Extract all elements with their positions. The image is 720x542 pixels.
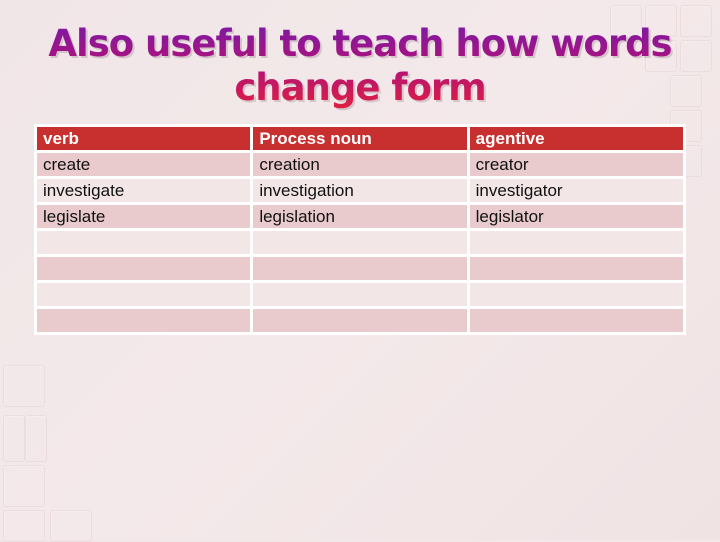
table-row: investigate investigation investigator: [33, 176, 687, 205]
table-cell: [250, 228, 470, 257]
table-row: [33, 254, 687, 283]
table-cell: create: [33, 150, 254, 179]
table-cell: legislation: [250, 202, 470, 231]
word-forms-table: verb Process noun agentive create creati…: [33, 124, 687, 335]
table-cell: creation: [250, 150, 470, 179]
table-cell: [250, 306, 470, 335]
table-cell: [466, 280, 687, 309]
table-cell: [466, 254, 687, 283]
table-cell: [466, 228, 687, 257]
table-header-row: verb Process noun agentive: [33, 124, 687, 153]
table-cell: investigate: [33, 176, 254, 205]
slide-title: Also useful to teach how words change fo…: [0, 22, 720, 110]
table-cell: [250, 254, 470, 283]
table-cell: [33, 228, 254, 257]
table-cell: legislate: [33, 202, 254, 231]
table-cell: [466, 306, 687, 335]
slide-title-line-1: Also useful to teach how words: [48, 22, 672, 65]
slide-title-line-2: change form: [234, 66, 486, 109]
table-row: legislate legislation legislator: [33, 202, 687, 231]
table-cell: [33, 280, 254, 309]
table-row: [33, 280, 687, 309]
header-cell-agentive: agentive: [466, 124, 687, 153]
table-cell: investigation: [250, 176, 470, 205]
header-cell-verb: verb: [33, 124, 254, 153]
table-cell: [33, 254, 254, 283]
table-cell: legislator: [466, 202, 687, 231]
table-cell: [250, 280, 470, 309]
table-cell: investigator: [466, 176, 687, 205]
background-pattern-bottom-left: [0, 360, 100, 542]
header-cell-process-noun: Process noun: [250, 124, 470, 153]
table-row: [33, 228, 687, 257]
table-cell: [33, 306, 254, 335]
table-row: [33, 306, 687, 335]
table-row: create creation creator: [33, 150, 687, 179]
table-cell: creator: [466, 150, 687, 179]
